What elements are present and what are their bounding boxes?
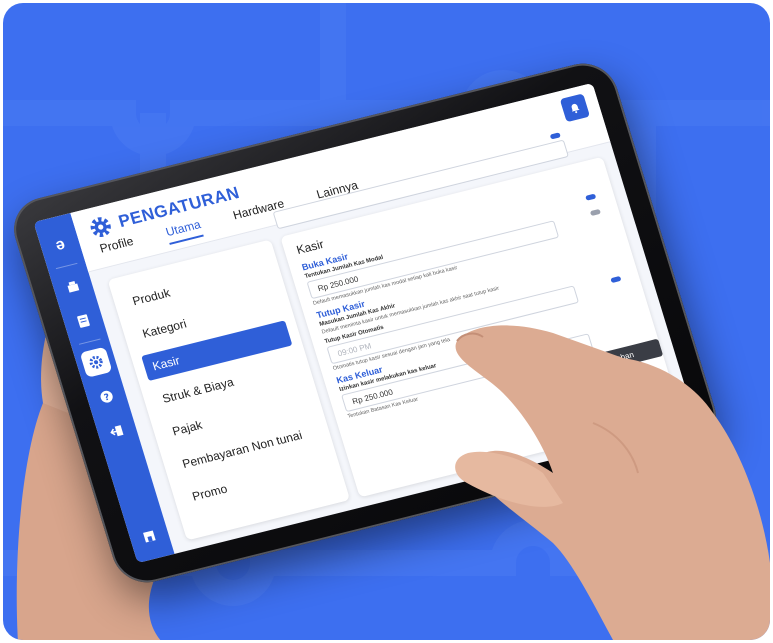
help-icon[interactable]: ? <box>90 381 123 412</box>
tab-profile[interactable]: Profile <box>98 234 137 261</box>
gear-icon[interactable] <box>79 346 113 378</box>
notification-bell-icon[interactable] <box>559 93 591 123</box>
logo-icon[interactable]: ǝ <box>44 230 77 261</box>
exit-icon[interactable] <box>101 416 134 447</box>
kas-modal-toggle[interactable] <box>589 208 601 217</box>
cash-register-icon[interactable] <box>57 271 90 302</box>
sidebar-divider <box>55 262 78 270</box>
background-frame: ǝ ? PENGATURAN Profile Utama Hardware La… <box>3 3 770 640</box>
document-icon[interactable] <box>67 305 100 336</box>
right-hand <box>455 325 770 640</box>
sidebar-divider <box>78 338 101 345</box>
settings-gear-icon <box>90 217 111 237</box>
store-icon[interactable] <box>133 521 166 552</box>
tab-utama[interactable]: Utama <box>164 217 205 245</box>
tutup-kasir-toggle[interactable] <box>610 275 622 284</box>
